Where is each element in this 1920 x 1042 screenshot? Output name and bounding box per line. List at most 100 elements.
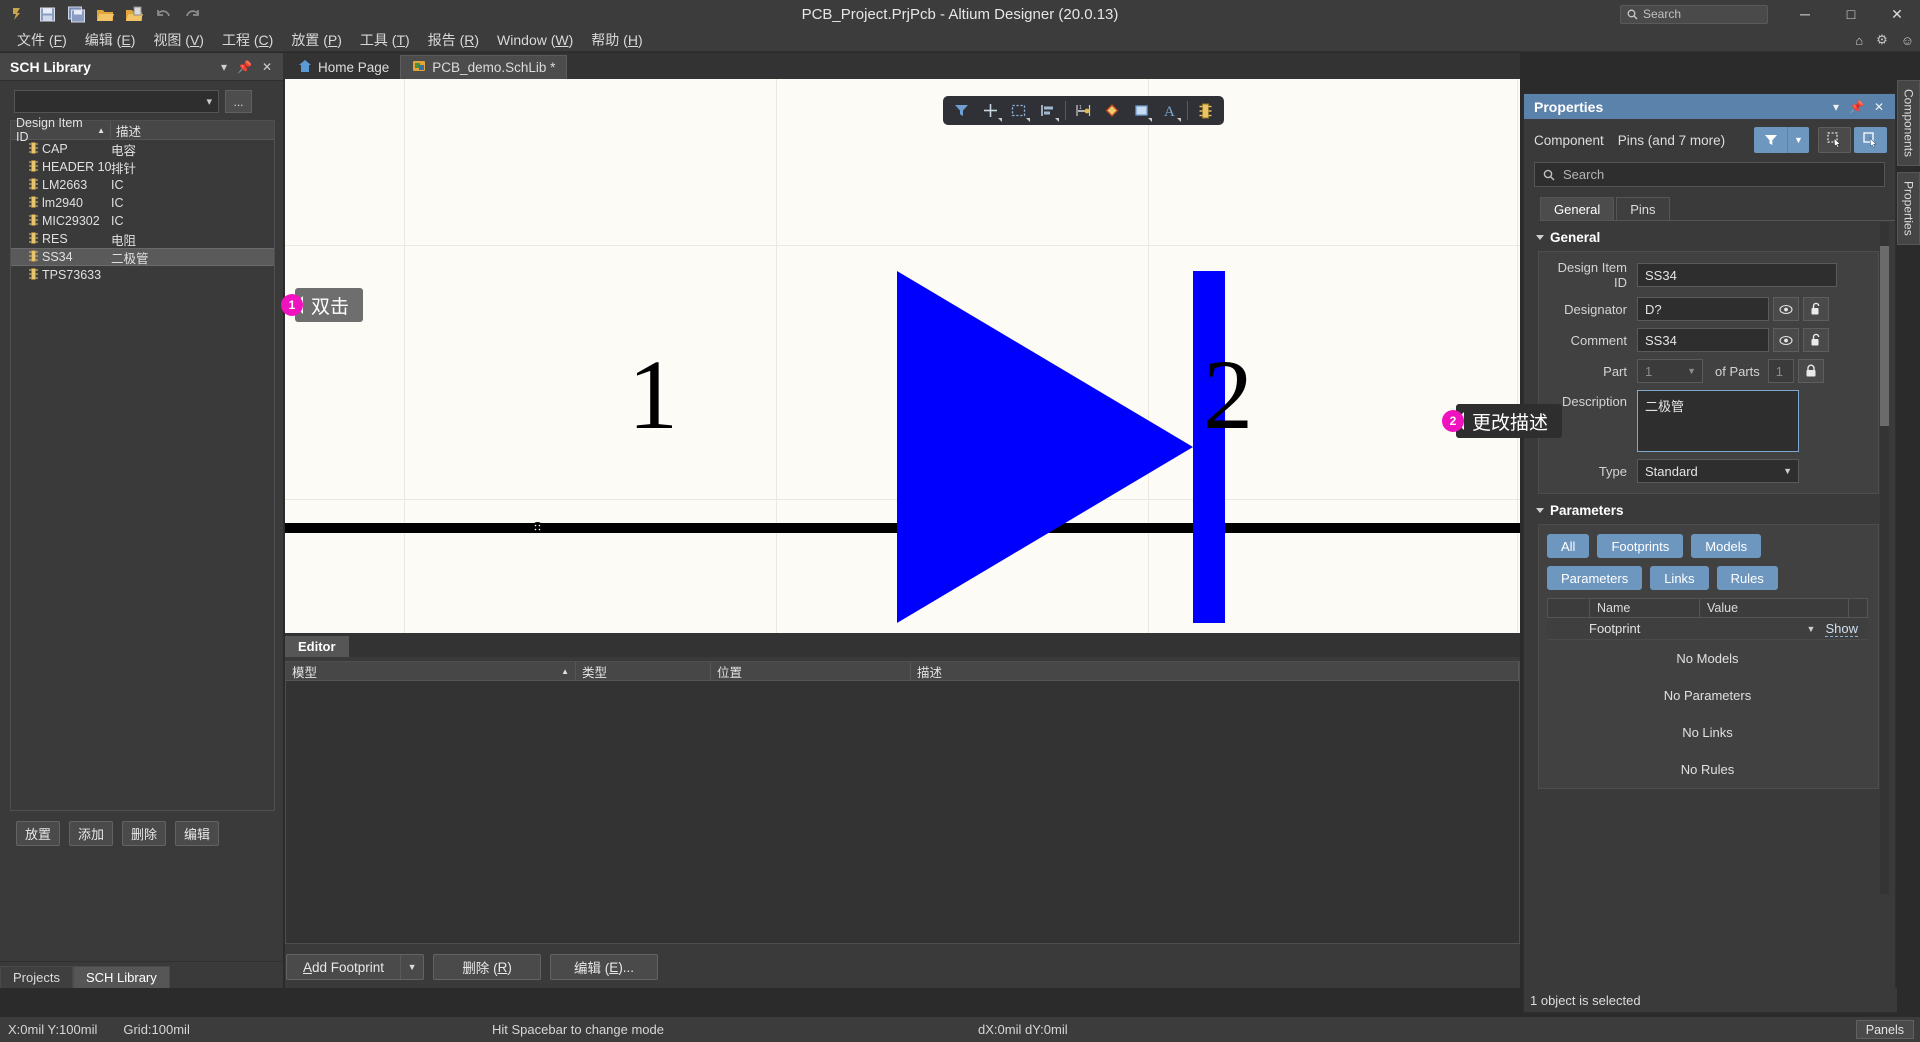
comment-input[interactable]: SS34 (1637, 328, 1769, 352)
library-row-HEADER 10[interactable]: HEADER 10 排针 (11, 158, 274, 176)
diode-triangle-shape[interactable] (897, 271, 1193, 623)
crosshair-icon[interactable] (976, 98, 1005, 123)
properties-close-icon[interactable]: ✕ (1869, 100, 1889, 114)
models-column-3[interactable]: 描述 (911, 662, 1519, 680)
designator-input[interactable]: D? (1637, 297, 1769, 321)
parameters-col-name[interactable]: Name (1590, 599, 1700, 617)
designator-visibility-eye-icon[interactable] (1773, 297, 1799, 321)
panel-menu-chevron-down-icon[interactable]: ▾ (216, 60, 232, 74)
select-mode-icon[interactable] (1818, 127, 1851, 153)
description-textarea[interactable]: 二极管 (1637, 390, 1799, 452)
models-column-0[interactable]: 模型 ▲ (286, 662, 576, 680)
general-section-header[interactable]: General (1524, 221, 1895, 251)
align-icon[interactable] (1033, 98, 1062, 123)
menu-item-帮助[interactable]: 帮助 (H) (582, 28, 651, 52)
panel-close-icon[interactable]: ✕ (257, 60, 277, 74)
filter-dropdown-chevron-down-icon[interactable]: ▼ (1787, 127, 1809, 153)
open-icon[interactable] (95, 4, 115, 24)
design-item-id-input[interactable]: SS34 (1637, 263, 1837, 287)
filter-icon[interactable] (1754, 127, 1787, 153)
select-all-mode-icon[interactable] (1854, 127, 1887, 153)
global-search-box[interactable]: Search (1620, 4, 1768, 24)
tab-editor[interactable]: Editor (285, 636, 349, 657)
comment-unlock-icon[interactable] (1803, 328, 1829, 352)
place-text-icon[interactable]: A (1155, 98, 1184, 123)
menu-item-Window[interactable]: Window (W) (488, 30, 582, 50)
library-row-LM2663[interactable]: LM2663 IC (11, 176, 274, 194)
close-button[interactable]: ✕ (1874, 0, 1920, 28)
library-row-TPS73633[interactable]: TPS73633 (11, 266, 274, 284)
model-button-删除[interactable]: 删除 (R) (433, 954, 542, 980)
gear-icon[interactable]: ⚙ (1876, 32, 1888, 48)
model-button-编辑[interactable]: 编辑 (E)... (550, 954, 659, 980)
home-icon[interactable]: ⌂ (1855, 33, 1863, 48)
parameter-filter-all[interactable]: All (1547, 534, 1590, 558)
library-row-CAP[interactable]: CAP 电容 (11, 140, 274, 158)
menu-item-工程[interactable]: 工程 (C) (213, 28, 282, 52)
library-row-lm2940[interactable]: lm2940 IC (11, 194, 274, 212)
chevron-down-icon[interactable]: ▼ (1807, 624, 1816, 634)
add-footprint-button-group[interactable]: Add Footprint ▼ (286, 954, 425, 980)
library-row-SS34[interactable]: SS34 二极管 (11, 248, 274, 266)
add-footprint-button[interactable]: Add Footprint (287, 955, 402, 979)
schematic-editor-canvas[interactable]: 1 2 1 A (285, 79, 1520, 633)
document-tab-0[interactable]: Home Page (287, 55, 400, 79)
panel-pin-icon[interactable]: 📌 (232, 60, 257, 74)
add-footprint-dropdown-chevron-down-icon[interactable]: ▼ (401, 962, 423, 972)
parameter-row-footprint[interactable]: Footprint ▼ Show (1547, 618, 1868, 640)
filter-icon[interactable] (947, 98, 976, 123)
save-all-icon[interactable] (66, 4, 86, 24)
menu-item-放置[interactable]: 放置 (P) (282, 28, 351, 52)
models-column-1[interactable]: 类型 (576, 662, 711, 680)
properties-tab-pins[interactable]: Pins (1616, 197, 1670, 220)
part-select[interactable]: 1 ▼ (1637, 359, 1703, 383)
part-lock-icon[interactable] (1797, 359, 1824, 383)
column-header-description[interactable]: 描述 (111, 121, 274, 139)
panels-button[interactable]: Panels (1855, 1020, 1914, 1039)
parameter-filter-footprints[interactable]: Footprints (1597, 534, 1684, 558)
save-icon[interactable] (37, 4, 57, 24)
minimize-button[interactable]: ─ (1782, 0, 1828, 28)
place-part-icon[interactable] (1191, 98, 1220, 123)
parameter-filter-models[interactable]: Models (1691, 534, 1762, 558)
parameter-show-link[interactable]: Show (1825, 621, 1858, 637)
library-button-放置[interactable]: 放置 (16, 821, 60, 846)
user-icon[interactable]: ☺ (1901, 33, 1914, 48)
object-scope-label[interactable]: Pins (and 7 more) (1618, 133, 1725, 148)
place-pin-icon[interactable]: 1 (1069, 98, 1098, 123)
parameter-filter-parameters[interactable]: Parameters (1547, 566, 1643, 590)
column-header-design-item-id[interactable]: Design Item ID ▲ (11, 116, 111, 144)
properties-search-box[interactable]: Search (1534, 162, 1885, 187)
library-button-添加[interactable]: 添加 (69, 821, 113, 846)
comment-visibility-eye-icon[interactable] (1773, 328, 1799, 352)
library-button-删除[interactable]: 删除 (122, 821, 166, 846)
type-select[interactable]: Standard ▼ (1637, 459, 1799, 483)
menu-item-编辑[interactable]: 编辑 (E) (76, 28, 145, 52)
properties-pin-icon[interactable]: 📌 (1844, 100, 1869, 114)
redo-icon[interactable] (182, 4, 202, 24)
parameters-section-header[interactable]: Parameters (1524, 494, 1895, 524)
vertical-tab-properties[interactable]: Properties (1897, 172, 1920, 245)
altium-logo-icon[interactable] (8, 4, 28, 24)
parameter-filter-rules[interactable]: Rules (1716, 566, 1778, 590)
parameter-filter-links[interactable]: Links (1650, 566, 1709, 590)
left-tab-projects[interactable]: Projects (0, 966, 73, 988)
menu-item-文件[interactable]: 文件 (F) (8, 28, 76, 52)
place-rectangle-icon[interactable] (1127, 98, 1156, 123)
left-tab-sch-library[interactable]: SCH Library (72, 966, 170, 988)
library-row-RES[interactable]: RES 电阻 (11, 230, 274, 248)
library-filter-combo[interactable]: ▾ (14, 90, 219, 113)
menu-item-报告[interactable]: 报告 (R) (419, 28, 488, 52)
models-column-2[interactable]: 位置 (711, 662, 911, 680)
parameters-col-value[interactable]: Value (1700, 599, 1849, 617)
open-project-icon[interactable] (124, 4, 144, 24)
properties-scrollbar-thumb[interactable] (1880, 246, 1889, 426)
menu-item-工具[interactable]: 工具 (T) (351, 28, 419, 52)
properties-tab-general[interactable]: General (1540, 197, 1615, 220)
properties-menu-chevron-down-icon[interactable]: ▾ (1828, 100, 1844, 114)
library-filter-options-button[interactable]: ... (225, 90, 252, 113)
library-button-编辑[interactable]: 编辑 (175, 821, 219, 846)
maximize-button[interactable]: □ (1828, 0, 1874, 28)
place-polygon-icon[interactable] (1098, 98, 1127, 123)
undo-icon[interactable] (153, 4, 173, 24)
